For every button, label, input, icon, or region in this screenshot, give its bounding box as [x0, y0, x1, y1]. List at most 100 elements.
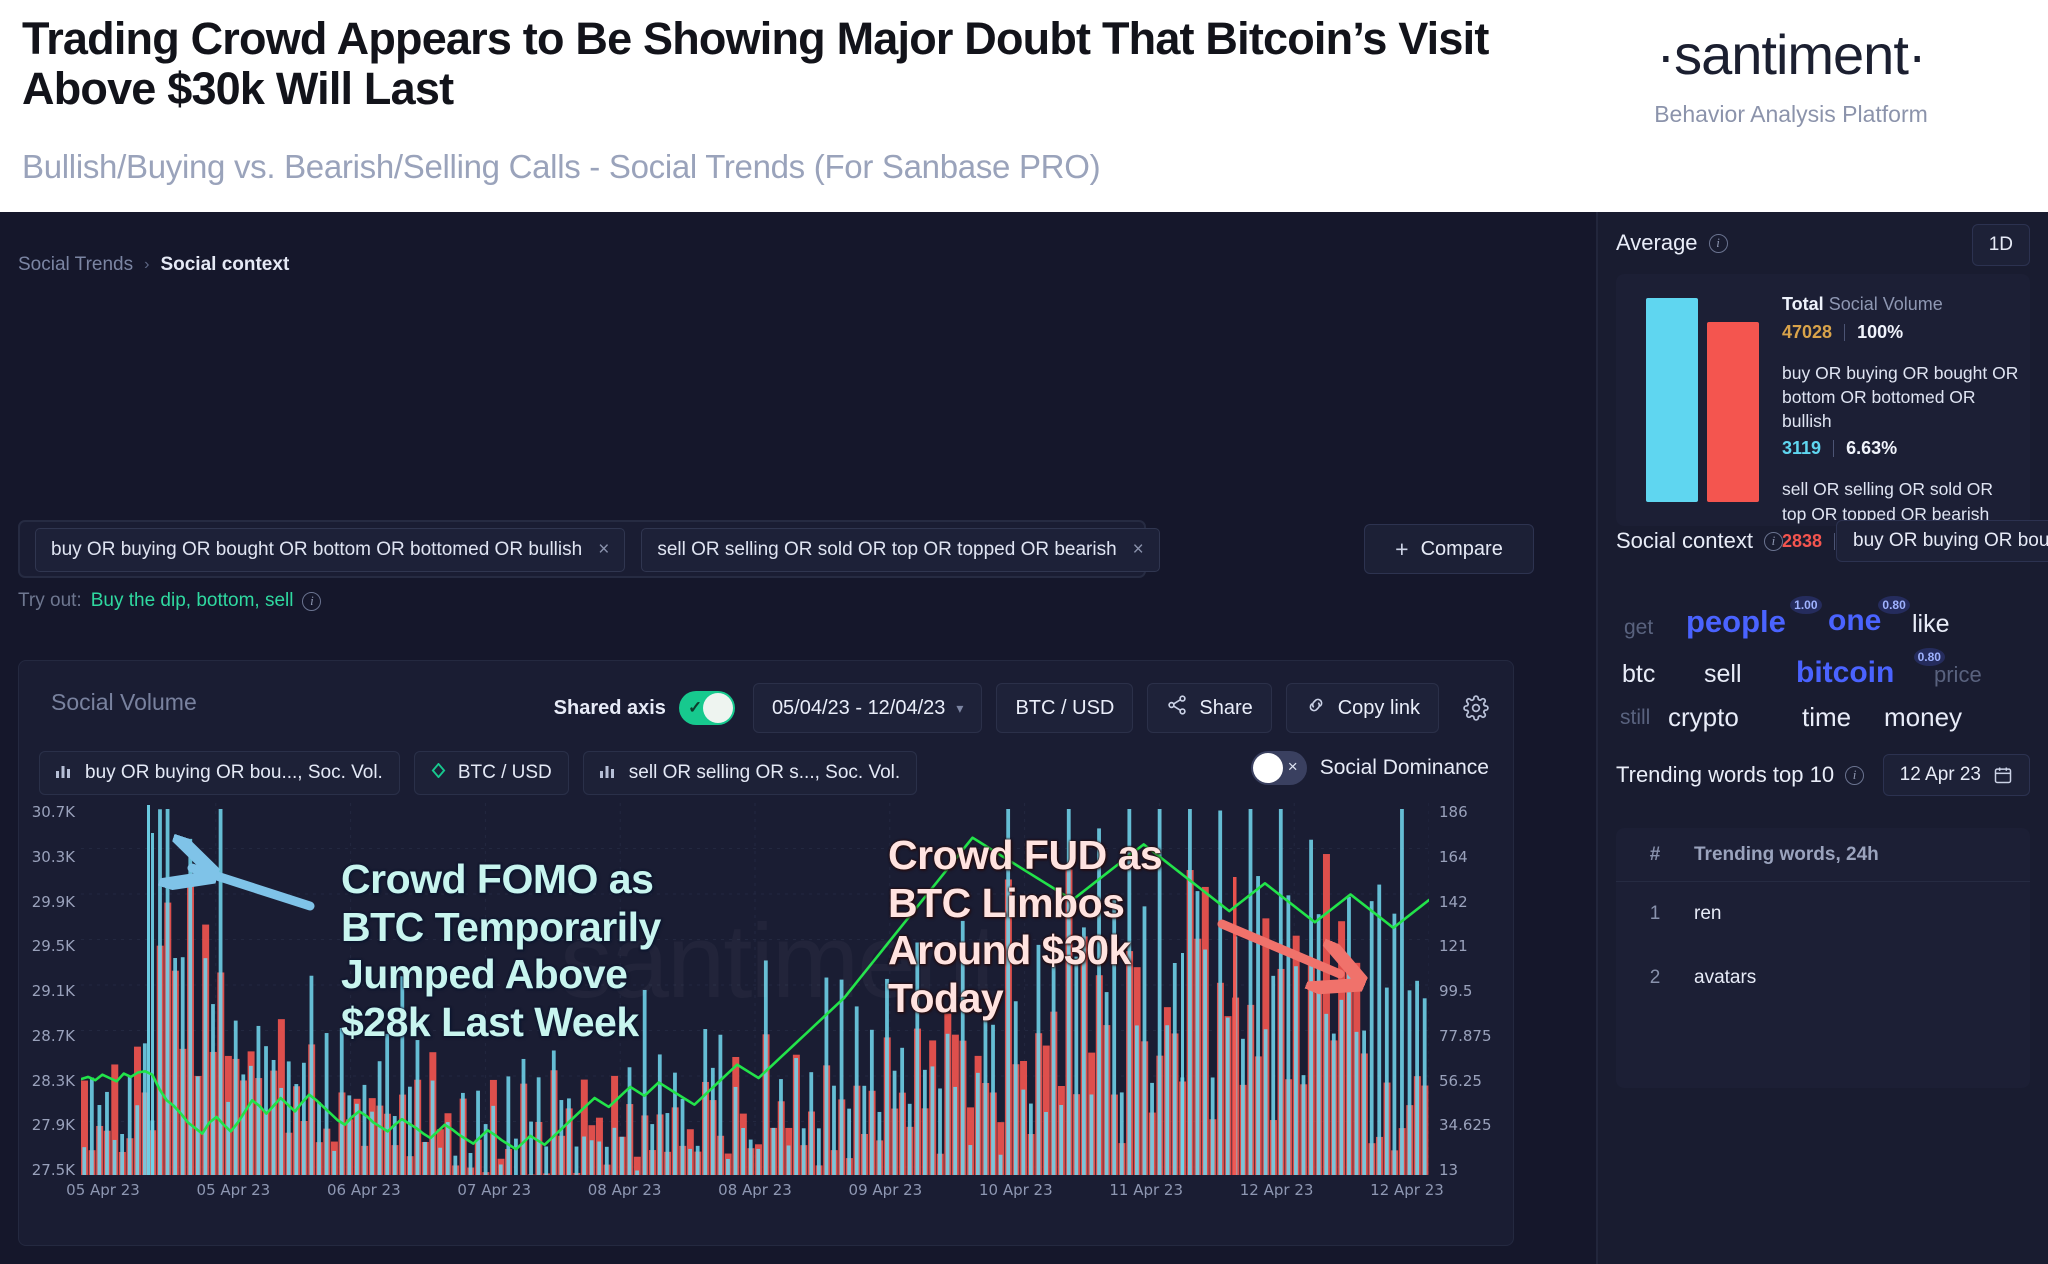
info-icon[interactable]: i [302, 591, 322, 611]
table-header: # Trending words, 24h [1616, 828, 2030, 882]
item-1-value: 2838 [1782, 530, 1823, 551]
asset-button[interactable]: BTC / USD [996, 683, 1134, 733]
value-divider [1834, 532, 1836, 550]
y-tick-left: 30.3K [31, 847, 75, 866]
item-0-value: 3119 [1782, 438, 1822, 459]
santiment-logo: ·santiment· [1656, 23, 1926, 86]
social-dominance-label: Social Dominance [1319, 756, 1489, 779]
shared-axis-toggle[interactable]: ✓ [678, 691, 735, 725]
legend-chip-btc[interactable]: BTC / USD [413, 751, 569, 795]
value-divider [1833, 440, 1835, 458]
info-icon[interactable]: i [1708, 233, 1728, 253]
shared-axis-control[interactable]: Shared axis ✓ [554, 691, 735, 725]
total-percent: 100% [1857, 322, 1904, 342]
table-row[interactable]: 2 avatars [1616, 946, 2030, 1010]
y-axis-left: 30.7K 30.3K 29.9K 29.5K 29.1K 28.7K 28.3K 27.9K… [19, 803, 81, 1203]
search-bar[interactable]: buy OR buying OR bought OR bottom OR bot… [18, 520, 1160, 578]
main-panel: Social Trends › Social context buy OR bu… [0, 212, 1596, 1264]
social-context-selector[interactable]: buy OR buying OR bough [1836, 520, 2048, 562]
legend-chip-btc-label: BTC / USD [457, 762, 552, 783]
date-range-button[interactable]: 05/04/23 - 12/04/23 ▾ [752, 683, 983, 733]
word-one[interactable]: one [1828, 604, 1881, 638]
word-time[interactable]: time [1802, 702, 1851, 733]
word-still[interactable]: still [1620, 706, 1650, 730]
bars-icon [56, 762, 73, 784]
x-tick: 05 Apr 23 [66, 1181, 140, 1199]
total-rest: Social Volume [1828, 294, 1943, 314]
info-icon[interactable]: i [1845, 765, 1865, 785]
search-pill-buy[interactable]: buy OR buying OR bought OR bottom OR bot… [35, 528, 626, 572]
word-get[interactable]: get [1624, 616, 1653, 640]
try-out-row: Try out: Buy the dip, bottom, sell i [18, 590, 322, 612]
compare-button[interactable]: + Compare [1364, 524, 1534, 574]
legend-chip-buy[interactable]: buy OR buying OR bou..., Soc. Vol. [39, 751, 400, 795]
close-icon[interactable]: × [1133, 539, 1144, 561]
word-like[interactable]: like [1912, 610, 1950, 639]
breadcrumb-parent[interactable]: Social Trends [18, 254, 133, 276]
page-root: Trading Crowd Appears to Be Showing Majo… [0, 0, 2048, 1264]
search-pill-buy-label: buy OR buying OR bought OR bottom OR bot… [51, 539, 583, 560]
y-axis-right: 186 164 142 121 99.5 77.875 56.25 34.625 13 [1429, 803, 1515, 1203]
series-legend: buy OR buying OR bou..., Soc. Vol. BTC /… [39, 751, 918, 795]
social-dominance-toggle[interactable]: × [1250, 751, 1307, 785]
x-tick: 11 Apr 23 [1109, 1181, 1184, 1199]
word-score-people: 1.00 [1790, 596, 1822, 614]
average-bar-sell [1707, 322, 1759, 502]
try-out-link[interactable]: Buy the dip, bottom, sell [91, 590, 294, 612]
y-tick-left: 30.7K [31, 803, 75, 821]
table-body: 1 ren 2 avatars [1616, 882, 2030, 1010]
average-card: Total Social Volume 47028 100% buy OR bu… [1616, 274, 2030, 551]
value-divider [1844, 324, 1846, 341]
row-word: avatars [1694, 967, 1757, 988]
annotation-fomo: Crowd FOMO as BTC Temporarily Jumped Above… [341, 856, 661, 1045]
chart-plot: 30.7K 30.3K 29.9K 29.5K 29.1K 28.7K 28.3K 27.9K… [19, 803, 1515, 1203]
row-word: ren [1694, 903, 1722, 924]
total-values: 47028 100% [1782, 322, 2022, 343]
word-money[interactable]: money [1884, 702, 1962, 733]
item-1-desc: sell OR selling OR sold OR top OR topped… [1782, 479, 1994, 524]
share-button[interactable]: Share [1147, 683, 1272, 733]
word-price[interactable]: price [1934, 662, 1982, 688]
y-tick-right: 34.625 [1439, 1116, 1492, 1135]
y-tick-right: 99.5 [1439, 982, 1473, 1000]
search-pill-sell[interactable]: sell OR selling OR sold OR top OR topped… [641, 528, 1160, 572]
gear-icon [1463, 695, 1489, 721]
col-word: Trending words, 24h [1694, 843, 1879, 865]
toggle-knob [702, 693, 733, 723]
word-btc[interactable]: btc [1622, 660, 1655, 689]
close-icon[interactable]: × [1288, 757, 1298, 777]
row-rank: 1 [1649, 903, 1661, 924]
settings-button[interactable] [1453, 685, 1499, 731]
app-body: Social Trends › Social context buy OR bu… [0, 212, 2048, 1264]
y-tick-left: 27.5K [31, 1161, 75, 1179]
chart-title: Social Volume [51, 689, 197, 715]
trending-date-label: 12 Apr 23 [1899, 764, 1981, 785]
info-icon[interactable]: i [1763, 531, 1783, 551]
legend-chip-sell-label: sell OR selling OR s..., Soc. Vol. [628, 762, 901, 783]
word-crypto[interactable]: crypto [1668, 702, 1739, 733]
legend-chip-buy-label: buy OR buying OR bou..., Soc. Vol. [85, 762, 383, 783]
average-period-button[interactable]: 1D [1971, 224, 2030, 266]
y-tick-left: 29.5K [31, 937, 75, 956]
word-bitcoin[interactable]: bitcoin [1796, 656, 1894, 690]
word-people[interactable]: people [1686, 604, 1786, 640]
word-sell[interactable]: sell [1704, 660, 1742, 689]
close-icon[interactable]: × [598, 539, 609, 561]
trending-date-button[interactable]: 12 Apr 23 [1882, 754, 2030, 796]
y-tick-left: 29.9K [31, 892, 75, 911]
word-cloud: get people 1.00 one 0.80 like btc sell bitcoin 0.… [1616, 594, 2030, 744]
table-row[interactable]: 1 ren [1616, 882, 2030, 946]
y-tick-right: 121 [1439, 937, 1468, 956]
x-axis-labels: 05 Apr 23 05 Apr 23 06 Apr 23 07 Apr 23 08 A… [66, 1181, 1444, 1207]
copy-link-button[interactable]: Copy link [1285, 683, 1439, 733]
total-bold: Total [1782, 294, 1824, 314]
bars-icon-svg [56, 766, 70, 778]
plot-area[interactable] [81, 803, 1429, 1175]
average-period-label: 1D [1988, 234, 2013, 255]
y-tick-right: 56.25 [1439, 1071, 1482, 1090]
legend-chip-sell[interactable]: sell OR selling OR s..., Soc. Vol. [582, 751, 918, 795]
y-tick-left: 28.7K [31, 1026, 75, 1045]
total-row-label: Total Social Volume [1782, 294, 2022, 315]
trending-label: Trending words top 10 [1616, 762, 1835, 787]
social-dominance-control[interactable]: × Social Dominance [1250, 751, 1489, 785]
